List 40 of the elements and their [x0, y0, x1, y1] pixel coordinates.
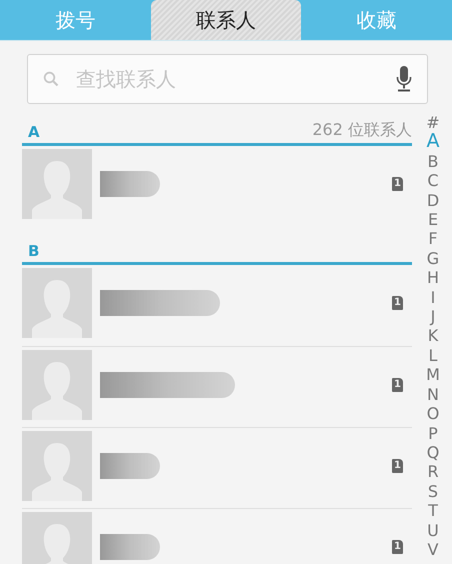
- index-letter[interactable]: R: [427, 462, 439, 482]
- index-letter[interactable]: P: [428, 424, 438, 443]
- microphone-icon[interactable]: [396, 66, 412, 92]
- index-letter[interactable]: V: [428, 540, 438, 560]
- index-letter[interactable]: O: [426, 404, 440, 424]
- index-letter[interactable]: S: [428, 482, 438, 502]
- index-letter[interactable]: D: [426, 190, 440, 210]
- index-letter[interactable]: A: [426, 132, 440, 152]
- avatar-icon: [22, 350, 92, 420]
- index-letter[interactable]: I: [430, 288, 436, 308]
- index-letter[interactable]: U: [427, 520, 439, 540]
- sim-icon: 1: [392, 540, 403, 554]
- index-letter[interactable]: G: [426, 248, 440, 268]
- index-letter[interactable]: N: [427, 384, 439, 404]
- index-letter[interactable]: E: [428, 210, 438, 230]
- section-letter: B: [28, 242, 40, 260]
- avatar-icon: [22, 149, 92, 219]
- sim-icon: 1: [392, 296, 403, 310]
- index-letter[interactable]: H: [426, 268, 440, 288]
- tab[interactable]: 拨号: [0, 0, 151, 40]
- tab[interactable]: 联系人: [150, 0, 302, 40]
- index-letter[interactable]: J: [430, 307, 436, 326]
- index-letter[interactable]: M: [426, 365, 440, 385]
- index-letter[interactable]: F: [428, 229, 438, 249]
- section-letter: A: [28, 123, 40, 141]
- index-letter[interactable]: T: [428, 501, 438, 521]
- index-letter[interactable]: B: [428, 152, 438, 172]
- index-letter[interactable]: C: [427, 171, 439, 191]
- sim-icon: 1: [392, 458, 403, 472]
- tab[interactable]: 收藏: [301, 0, 452, 40]
- contact-count: 262 位联系人: [312, 120, 412, 141]
- index-letter[interactable]: Q: [426, 442, 440, 462]
- avatar-icon: [22, 512, 92, 564]
- index-letter[interactable]: K: [428, 326, 438, 346]
- sim-icon: 1: [392, 177, 403, 191]
- avatar-icon: [22, 268, 92, 338]
- avatar-icon: [22, 430, 92, 500]
- index-letter[interactable]: L: [428, 346, 438, 366]
- sim-icon: 1: [392, 378, 403, 392]
- index-letter[interactable]: #: [426, 113, 440, 132]
